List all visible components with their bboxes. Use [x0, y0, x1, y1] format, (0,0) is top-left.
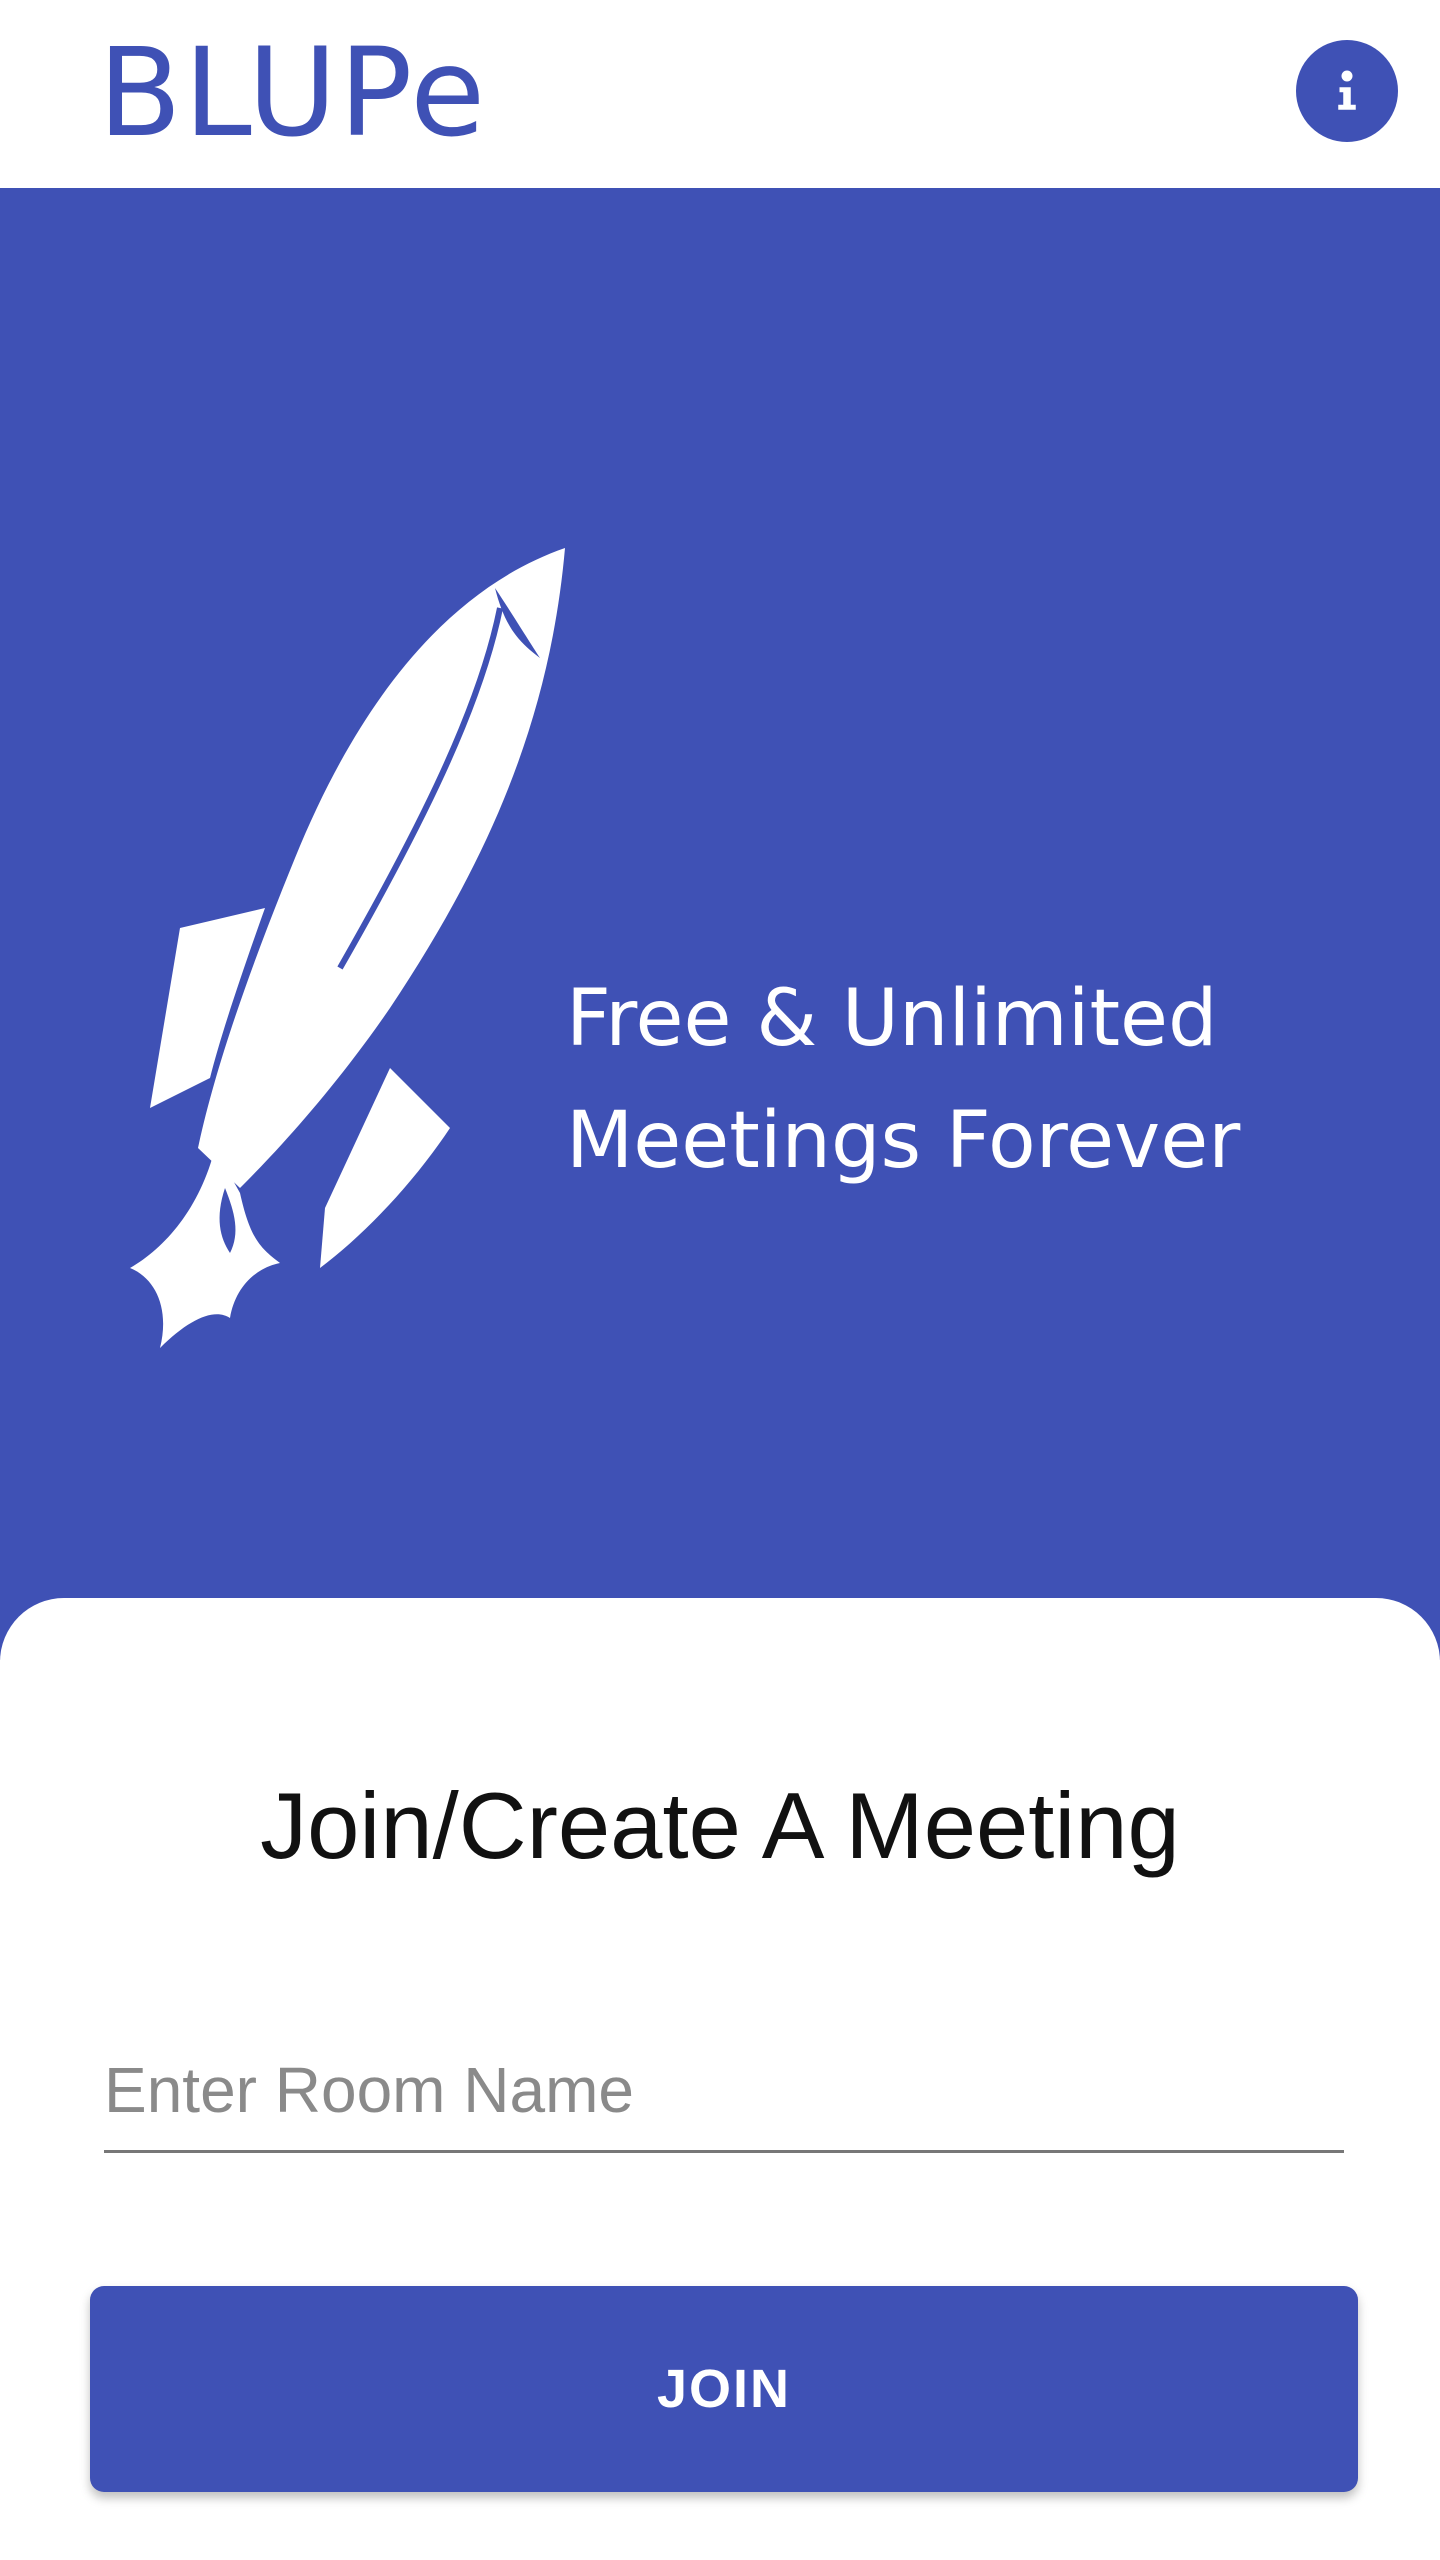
hero-tagline: Free & Unlimited Meetings Forever	[566, 958, 1326, 1202]
hero-banner: Free & Unlimited Meetings Forever	[0, 188, 1440, 1660]
join-button[interactable]: JOIN	[90, 2286, 1358, 2492]
tagline-line-2: Meetings Forever	[566, 1096, 1241, 1186]
info-button[interactable]	[1296, 40, 1398, 142]
app-logo: BLUPe	[98, 22, 488, 164]
tagline-line-1: Free & Unlimited	[566, 974, 1218, 1064]
room-name-input[interactable]	[104, 2030, 1344, 2153]
join-title: Join/Create A Meeting	[260, 1773, 1180, 1878]
info-icon	[1338, 70, 1356, 110]
app-bar: BLUPe	[0, 0, 1440, 188]
join-card: Join/Create A Meeting JOIN	[0, 1598, 1440, 2560]
rocket-icon	[130, 548, 565, 1348]
